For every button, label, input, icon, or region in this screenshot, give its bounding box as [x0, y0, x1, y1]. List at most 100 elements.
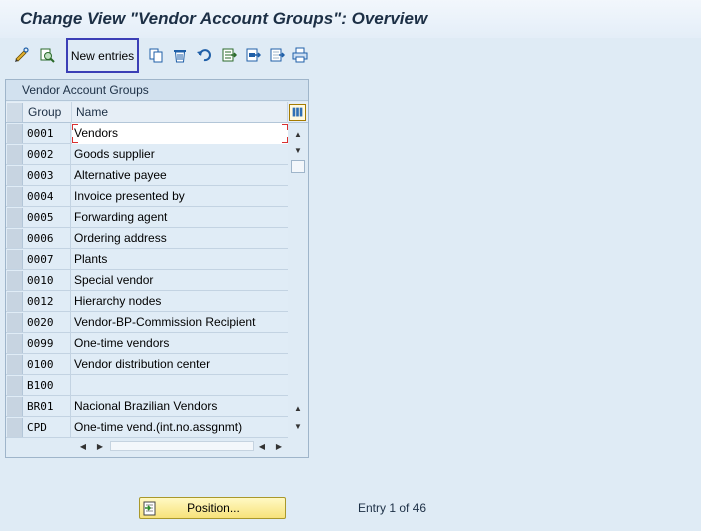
table-header: Group Name	[6, 102, 308, 123]
group-cell: 0004	[23, 186, 71, 207]
table-control: Vendor Account Groups Group Name 0001 Ven…	[5, 79, 309, 458]
group-cell: 0005	[23, 207, 71, 228]
name-cell[interactable]: Vendors	[72, 123, 288, 144]
table-settings-icon[interactable]	[289, 104, 306, 121]
scrollbar-thumb[interactable]	[291, 160, 305, 173]
undo-icon[interactable]	[195, 46, 213, 64]
scroll-right-end-icon[interactable]: ▶	[273, 440, 285, 452]
row-selector[interactable]	[7, 124, 23, 143]
new-entries-button[interactable]: New entries	[66, 38, 139, 73]
name-cell[interactable]: Goods supplier	[72, 144, 288, 165]
page-title: Change View "Vendor Account Groups": Ove…	[20, 9, 428, 28]
row-selector[interactable]	[7, 292, 23, 311]
column-header-group[interactable]: Group	[24, 102, 72, 123]
name-cell[interactable]: Forwarding agent	[72, 207, 288, 228]
name-cell[interactable]: Nacional Brazilian Vendors	[72, 396, 288, 417]
select-block-icon[interactable]	[244, 46, 262, 64]
name-cell[interactable]: Hierarchy nodes	[72, 291, 288, 312]
delete-icon[interactable]	[171, 46, 189, 64]
entry-counter: Entry 1 of 46	[358, 501, 427, 515]
group-cell: BR01	[23, 396, 71, 417]
scroll-page-up-icon[interactable]: ▲	[292, 127, 304, 141]
group-cell: 0020	[23, 312, 71, 333]
horizontal-scroll-track[interactable]	[110, 441, 254, 451]
row-selector[interactable]	[7, 355, 23, 374]
group-cell: CPD	[23, 417, 71, 438]
table-row[interactable]: 0001 Vendors	[6, 123, 288, 144]
table-row[interactable]: 0006 Ordering address	[6, 228, 288, 249]
row-selector[interactable]	[7, 334, 23, 353]
copy-icon[interactable]	[147, 46, 165, 64]
name-cell[interactable]: One-time vendors	[72, 333, 288, 354]
scroll-right-icon[interactable]: ▶	[94, 440, 106, 452]
row-selector[interactable]	[7, 229, 23, 248]
focus-marker	[282, 137, 288, 143]
name-cell[interactable]: One-time vend.(int.no.assgnmt)	[72, 417, 288, 438]
select-all-icon[interactable]	[220, 46, 238, 64]
table-row[interactable]: 0004 Invoice presented by	[6, 186, 288, 207]
focus-marker	[282, 124, 288, 130]
group-cell: 0100	[23, 354, 71, 375]
scroll-left-end-icon[interactable]: ◀	[256, 440, 268, 452]
title-bar: Change View "Vendor Account Groups": Ove…	[0, 0, 701, 38]
scroll-down-icon[interactable]: ▲	[292, 401, 304, 415]
focus-marker	[72, 137, 78, 143]
scroll-up-icon[interactable]: ▼	[292, 143, 304, 157]
row-selector[interactable]	[7, 376, 23, 395]
row-selector[interactable]	[7, 418, 23, 437]
group-cell: 0003	[23, 165, 71, 186]
column-header-name[interactable]: Name	[72, 102, 288, 123]
select-all-rows-button[interactable]	[7, 103, 23, 122]
table-row[interactable]: 0099 One-time vendors	[6, 333, 288, 354]
group-cell: 0002	[23, 144, 71, 165]
group-cell: 0010	[23, 270, 71, 291]
scroll-left-icon[interactable]: ◀	[77, 440, 89, 452]
group-cell: 0007	[23, 249, 71, 270]
focus-marker	[72, 124, 78, 130]
row-selector[interactable]	[7, 166, 23, 185]
print-icon[interactable]	[291, 46, 309, 64]
table-title: Vendor Account Groups	[6, 80, 308, 101]
table-row[interactable]: 0010 Special vendor	[6, 270, 288, 291]
scroll-page-down-icon[interactable]: ▼	[292, 419, 304, 433]
row-selector[interactable]	[7, 250, 23, 269]
name-cell[interactable]: Ordering address	[72, 228, 288, 249]
table-row[interactable]: 0002 Goods supplier	[6, 144, 288, 165]
group-cell: 0012	[23, 291, 71, 312]
name-cell[interactable]: Special vendor	[72, 270, 288, 291]
row-selector[interactable]	[7, 145, 23, 164]
name-cell[interactable]: Plants	[72, 249, 288, 270]
group-cell: B100	[23, 375, 71, 396]
table-row[interactable]: 0012 Hierarchy nodes	[6, 291, 288, 312]
name-cell[interactable]: Vendor distribution center	[72, 354, 288, 375]
name-cell[interactable]: Vendor-BP-Commission Recipient	[72, 312, 288, 333]
position-button[interactable]: Position...	[139, 497, 286, 519]
row-selector[interactable]	[7, 271, 23, 290]
table-row[interactable]: 0100 Vendor distribution center	[6, 354, 288, 375]
deselect-all-icon[interactable]	[268, 46, 286, 64]
group-cell: 0006	[23, 228, 71, 249]
row-selector[interactable]	[7, 397, 23, 416]
table-row[interactable]: BR01 Nacional Brazilian Vendors	[6, 396, 288, 417]
display-change-icon[interactable]	[13, 46, 31, 64]
table-row[interactable]: 0005 Forwarding agent	[6, 207, 288, 228]
table-body: 0001 Vendors 0002 Goods supplier 0003 Alterna…	[6, 123, 288, 438]
table-row[interactable]: CPD One-time vend.(int.no.assgnmt)	[6, 417, 288, 438]
position-button-label: Position...	[187, 501, 240, 515]
group-cell: 0001	[23, 123, 71, 144]
row-selector[interactable]	[7, 208, 23, 227]
name-cell[interactable]: Alternative payee	[72, 165, 288, 186]
row-selector[interactable]	[7, 187, 23, 206]
table-row[interactable]: B100	[6, 375, 288, 396]
row-selector[interactable]	[7, 313, 23, 332]
name-cell[interactable]: Invoice presented by	[72, 186, 288, 207]
vertical-scrollbar[interactable]: ▲ ▼ ▲ ▼	[289, 123, 307, 435]
table-row[interactable]: 0007 Plants	[6, 249, 288, 270]
group-cell: 0099	[23, 333, 71, 354]
application-toolbar: New entries	[0, 38, 701, 73]
table-row[interactable]: 0003 Alternative payee	[6, 165, 288, 186]
name-cell[interactable]	[72, 375, 288, 396]
table-row[interactable]: 0020 Vendor-BP-Commission Recipient	[6, 312, 288, 333]
details-icon[interactable]	[38, 46, 56, 64]
horizontal-scrollbar: ◀ ▶ ◀ ▶	[6, 437, 308, 455]
